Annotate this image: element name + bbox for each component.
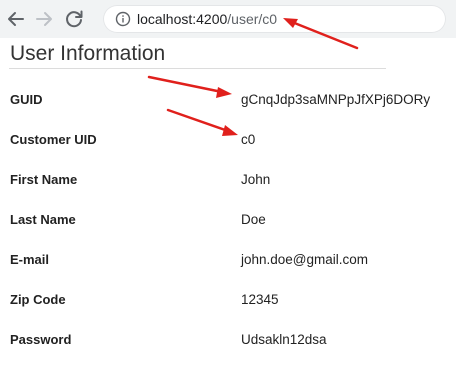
page-title: User Information (10, 42, 166, 65)
password-value: Udsakln12dsa (241, 332, 327, 347)
password-label: Password (10, 332, 72, 347)
zip-code-value: 12345 (241, 292, 279, 307)
info-icon[interactable] (115, 11, 131, 27)
reload-icon (66, 10, 83, 28)
title-divider (9, 68, 386, 69)
reload-button[interactable] (62, 7, 86, 31)
first-name-label: First Name (10, 172, 78, 187)
first-name-value: John (241, 172, 271, 187)
customer-uid-value: c0 (241, 132, 256, 147)
arrow-left-icon (8, 12, 24, 26)
last-name-label: Last Name (10, 212, 76, 227)
email-label: E-mail (10, 252, 50, 267)
url-host: localhost:4200 (137, 11, 228, 27)
annotation-arrow-customer-uid (166, 108, 238, 136)
guid-value: gCnqJdp3saMNPpJfXPj6DORy (241, 92, 431, 107)
arrow-right-icon (36, 12, 52, 26)
zip-code-label: Zip Code (10, 292, 66, 307)
browser-toolbar: localhost:4200/user/c0 (0, 0, 456, 38)
back-button[interactable] (4, 7, 28, 31)
last-name-value: Doe (241, 212, 266, 227)
url-text[interactable]: localhost:4200/user/c0 (137, 11, 277, 27)
guid-label: GUID (10, 92, 43, 107)
email-value: john.doe@gmail.com (241, 252, 369, 267)
customer-uid-label: Customer UID (10, 132, 97, 147)
address-bar[interactable]: localhost:4200/user/c0 (103, 5, 446, 33)
annotation-arrow-guid (147, 75, 232, 98)
forward-button[interactable] (32, 7, 56, 31)
url-path: /user/c0 (227, 11, 278, 27)
